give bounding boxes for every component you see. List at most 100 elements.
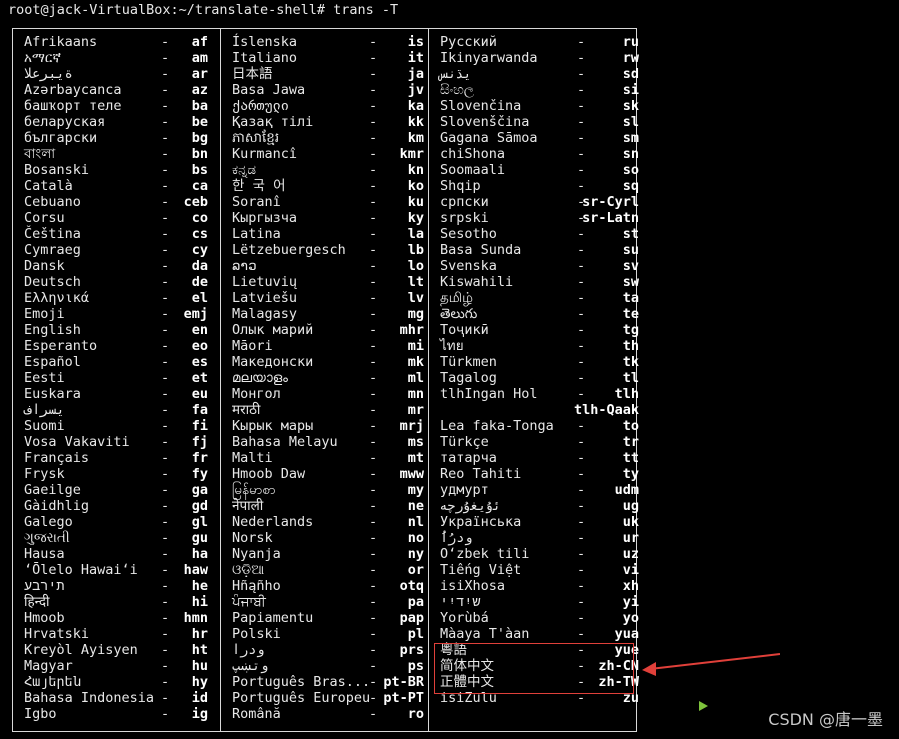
language-code: te [622,306,639,322]
language-name: Кырык мары [232,418,314,434]
language-row: Soomaali - so [440,162,640,178]
separator-dash: - [369,370,378,386]
language-row: удмурт - udm [440,482,640,498]
separator-dash: - [161,578,170,594]
language-name: हिन्दी [24,594,50,610]
separator-dash: - [577,162,586,178]
chinese-highlight-box [434,643,634,694]
separator-dash: - [161,466,170,482]
language-name: Română [232,706,281,722]
language-row: שיִדיִי - yi [440,594,640,610]
language-row: Magyar - hu [24,658,214,674]
language-name: ʻŌlelo Hawaiʻi [24,562,138,578]
separator-dash: - [161,306,170,322]
separator-dash: - [161,674,170,690]
language-row: یسراف - fa [24,402,214,418]
separator-dash: - [161,610,170,626]
language-code: ps [407,658,424,674]
language-name: Türkçe [440,434,489,450]
separator-dash: - [369,642,378,658]
separator-dash: - [577,514,586,530]
language-row: मराठी - mr [232,402,428,418]
language-code: ms [407,434,424,450]
language-code: pt-BR [383,674,424,690]
language-row: Қазақ тілі - kk [232,114,428,130]
language-code: kk [407,114,424,130]
language-name: Hmoob [24,610,65,626]
language-name: Gàidhlig [24,498,90,514]
separator-dash: - [577,498,586,514]
language-row: Màaya T'àan - yua [440,626,640,642]
separator-dash: - [161,434,170,450]
language-name: Màaya T'àan [440,626,530,642]
language-name: Čeština [24,226,81,242]
language-code: my [407,482,424,498]
language-row: తెలుగు - te [440,306,640,322]
language-code: ml [407,370,424,386]
language-row: ไทย - th [440,338,640,354]
separator-dash: - [369,690,378,706]
separator-dash: - [369,514,378,530]
language-code: la [407,226,424,242]
language-row: Lietuvių - lt [232,274,428,290]
separator-dash: - [577,322,586,338]
language-code: cs [191,226,208,242]
separator-dash: - [161,658,170,674]
separator-dash: - [577,482,586,498]
language-name: Tagalog [440,370,497,386]
language-name: Magyar [24,658,73,674]
separator-dash: - [161,386,170,402]
language-row: Reo Tahiti - ty [440,466,640,482]
language-code: sr-Latn [582,210,639,226]
language-code: uz [622,546,639,562]
language-row: српски - sr-Cyrl [440,194,640,210]
separator-dash: - [161,290,170,306]
language-code: es [191,354,208,370]
separator-dash: - [369,610,378,626]
language-code: xh [622,578,639,594]
language-name: תירבע [24,578,65,594]
language-row: Gaeilge - ga [24,482,214,498]
language-row: беларуская - be [24,114,214,130]
separator-dash: - [369,162,378,178]
language-row: Кырык мары - mrj [232,418,428,434]
language-code: tr [622,434,639,450]
language-code: lv [407,290,424,306]
language-name: Bahasa Indonesia [24,690,155,706]
language-code: emj [183,306,208,322]
language-row: नेपाली - ne [232,498,428,514]
separator-dash: - [161,146,170,162]
language-row: Kurmancî - kmr [232,146,428,162]
language-name: Gaeilge [24,482,81,498]
language-row: Nyanja - ny [232,546,428,562]
language-code: hmn [183,610,208,626]
language-row: Shqip - sq [440,178,640,194]
language-row: 한 국 어 - ko [232,178,428,194]
separator-dash: - [161,130,170,146]
language-code: prs [399,642,424,658]
language-name: தமிழ் [440,290,473,306]
language-row: Tagalog - tl [440,370,640,386]
separator-dash: - [577,50,586,66]
language-code: lo [407,258,424,274]
separator-dash: - [577,66,586,82]
separator-dash: - [161,34,170,50]
language-name: беларуская [24,114,106,130]
separator-dash: - [369,450,378,466]
language-code: mww [399,466,424,482]
language-code: gl [191,514,208,530]
language-name: српски [440,194,489,210]
separator-dash: - [161,594,170,610]
language-name: Soomaali [440,162,506,178]
separator-dash: - [577,98,586,114]
separator-dash: - [161,482,170,498]
language-name: Afrikaans [24,34,98,50]
language-name: Français [24,450,90,466]
language-code: th [622,338,639,354]
language-row: башҡорт теле - ba [24,98,214,114]
separator-dash: - [577,418,586,434]
language-row: Norsk - no [232,530,428,546]
language-name: Hñąñho [232,578,281,594]
separator-dash: - [577,434,586,450]
language-row: ລາວ - lo [232,258,428,274]
